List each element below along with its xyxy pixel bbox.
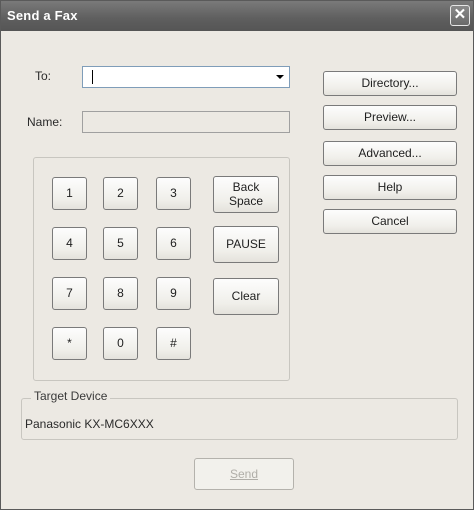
pause-button-label: PAUSE xyxy=(226,237,266,251)
clear-button-label: Clear xyxy=(231,289,261,303)
window-title: Send a Fax xyxy=(7,8,78,23)
close-icon: ✕ xyxy=(453,6,467,23)
target-device-value: Panasonic KX-MC6XXX xyxy=(25,417,154,431)
key-label: 3 xyxy=(170,186,177,200)
key-label: 9 xyxy=(170,286,177,300)
key-label: 1 xyxy=(66,186,73,200)
back-space-button[interactable]: Back Space xyxy=(213,176,279,213)
key-8[interactable]: 8 xyxy=(103,277,138,310)
key-label: 2 xyxy=(117,186,124,200)
key-5[interactable]: 5 xyxy=(103,227,138,260)
name-label: Name: xyxy=(27,115,63,129)
key-1[interactable]: 1 xyxy=(52,177,87,210)
back-space-line1: Back xyxy=(232,180,260,194)
key-label: 6 xyxy=(170,236,177,250)
key-label: # xyxy=(170,336,177,350)
help-button-label: Help xyxy=(377,180,403,194)
key-6[interactable]: 6 xyxy=(156,227,191,260)
name-field xyxy=(82,111,290,133)
title-bar: Send a Fax ✕ xyxy=(1,1,473,31)
key-3[interactable]: 3 xyxy=(156,177,191,210)
to-label: To: xyxy=(35,69,52,83)
directory-button-label: Directory... xyxy=(361,76,419,90)
key-4[interactable]: 4 xyxy=(52,227,87,260)
target-device-legend: Target Device xyxy=(31,389,111,403)
pause-button[interactable]: PAUSE xyxy=(213,226,279,263)
key-label: 5 xyxy=(117,236,124,250)
send-button-label: Send xyxy=(229,467,259,481)
preview-button-label: Preview... xyxy=(363,110,417,124)
key-2[interactable]: 2 xyxy=(103,177,138,210)
key-hash[interactable]: # xyxy=(156,327,191,360)
close-button[interactable]: ✕ xyxy=(450,5,470,26)
key-7[interactable]: 7 xyxy=(52,277,87,310)
directory-button[interactable]: Directory... xyxy=(323,71,457,96)
key-label: 4 xyxy=(66,236,73,250)
back-space-line2: Space xyxy=(228,194,264,208)
text-cursor xyxy=(92,70,93,84)
key-0[interactable]: 0 xyxy=(103,327,138,360)
help-button[interactable]: Help xyxy=(323,175,457,200)
advanced-button[interactable]: Advanced... xyxy=(323,141,457,166)
key-label: 7 xyxy=(66,286,73,300)
key-label: * xyxy=(67,336,72,350)
to-combobox[interactable] xyxy=(82,66,290,88)
send-fax-dialog: Send a Fax ✕ To: Name: Directory... Prev… xyxy=(0,0,474,510)
send-button[interactable]: Send xyxy=(194,458,294,490)
clear-button[interactable]: Clear xyxy=(213,278,279,315)
preview-button[interactable]: Preview... xyxy=(323,105,457,130)
cancel-button[interactable]: Cancel xyxy=(323,209,457,234)
cancel-button-label: Cancel xyxy=(371,214,409,228)
key-star[interactable]: * xyxy=(52,327,87,360)
key-label: 0 xyxy=(117,336,124,350)
key-9[interactable]: 9 xyxy=(156,277,191,310)
advanced-button-label: Advanced... xyxy=(358,146,422,160)
key-label: 8 xyxy=(117,286,124,300)
to-dropdown-button[interactable] xyxy=(271,68,288,86)
